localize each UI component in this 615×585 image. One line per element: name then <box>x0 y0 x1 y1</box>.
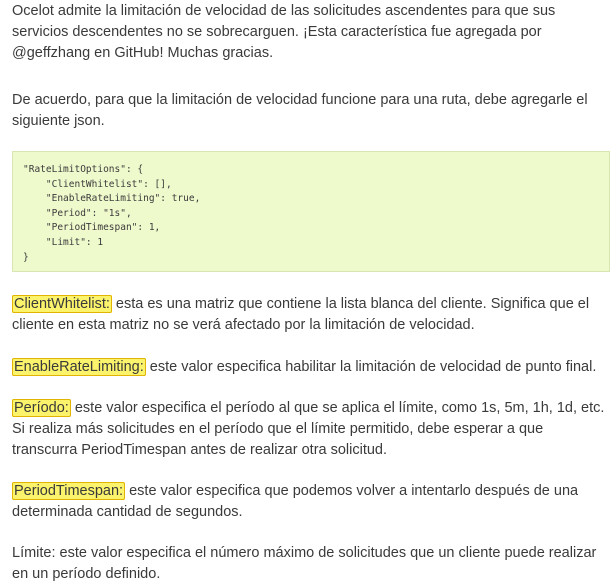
limit-paragraph: Límite: este valor especifica el número … <box>12 545 597 582</box>
code-line: "Period": "1s", <box>23 207 132 219</box>
definition-period: Período: este valor especifica el períod… <box>12 398 612 461</box>
definition-period-timespan: PeriodTimespan: este valor especifica qu… <box>12 481 612 523</box>
definition-text: este valor especifica habilitar la limit… <box>145 359 597 375</box>
definition-text: este valor especifica el período al que … <box>12 400 605 458</box>
term-highlight: EnableRateLimiting: <box>12 358 146 376</box>
json-code-block: "RateLimitOptions": { "ClientWhitelist":… <box>12 151 610 272</box>
definition-enable-rate-limiting: EnableRateLimiting: este valor especific… <box>12 357 612 378</box>
definition-client-whitelist: ClientWhitelist: esta es una matriz que … <box>12 294 612 336</box>
json-code: "RateLimitOptions": { "ClientWhitelist":… <box>13 152 609 265</box>
code-line: "EnableRateLimiting": true, <box>23 193 201 205</box>
instruction-paragraph: De acuerdo, para que la limitación de ve… <box>12 92 588 129</box>
code-line: "ClientWhitelist": [], <box>23 178 172 190</box>
code-line: "Limit": 1 <box>23 236 104 248</box>
term-highlight: PeriodTimespan: <box>12 482 126 500</box>
term-highlight: ClientWhitelist: <box>12 295 112 313</box>
code-line: "RateLimitOptions": { <box>23 164 144 175</box>
document-page: Ocelot admite la limitación de velocidad… <box>0 0 615 582</box>
term-highlight: Período: <box>12 399 71 417</box>
code-line: "PeriodTimespan": 1, <box>23 222 161 234</box>
intro-paragraph: Ocelot admite la limitación de velocidad… <box>12 3 556 61</box>
code-line: } <box>23 251 29 263</box>
